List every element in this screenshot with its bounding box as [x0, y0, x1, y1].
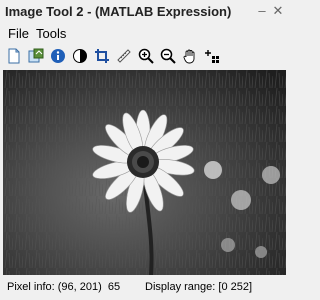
display-range-value: [0 252]	[218, 281, 253, 293]
image-tool-window: Image Tool 2 - (MATLAB Expression) – ✕ F…	[0, 0, 289, 300]
pixel-info-label: Pixel info:	[7, 281, 55, 293]
window-title: Image Tool 2 - (MATLAB Expression)	[5, 4, 232, 19]
menu-tools[interactable]: Tools	[36, 26, 66, 41]
contrast-icon[interactable]	[70, 46, 90, 66]
title-bar[interactable]: Image Tool 2 - (MATLAB Expression) – ✕	[0, 0, 289, 24]
pixel-region-icon[interactable]	[202, 46, 222, 66]
crop-icon[interactable]	[92, 46, 112, 66]
zoom-out-icon[interactable]	[158, 46, 178, 66]
display-range: Display range: [0 252]	[145, 281, 252, 293]
toolbar	[0, 46, 289, 68]
pixel-info: Pixel info: (96, 201) 65	[7, 281, 120, 293]
menu-file[interactable]: File	[8, 26, 29, 41]
new-figure-icon[interactable]	[4, 46, 24, 66]
pixel-info-value: (96, 201) 65	[57, 281, 121, 293]
image-info-icon[interactable]	[48, 46, 68, 66]
export-icon[interactable]	[26, 46, 46, 66]
minimize-icon[interactable]: –	[254, 3, 270, 19]
close-icon[interactable]: ✕	[270, 3, 286, 19]
image-display[interactable]	[3, 70, 286, 275]
measure-distance-icon[interactable]	[114, 46, 134, 66]
display-range-label: Display range:	[145, 281, 216, 293]
status-bar: Pixel info: (96, 201) 65 Display range: …	[0, 276, 289, 300]
pan-hand-icon[interactable]	[180, 46, 200, 66]
flower-image	[3, 70, 286, 275]
zoom-in-icon[interactable]	[136, 46, 156, 66]
menu-bar: File Tools	[0, 24, 289, 44]
